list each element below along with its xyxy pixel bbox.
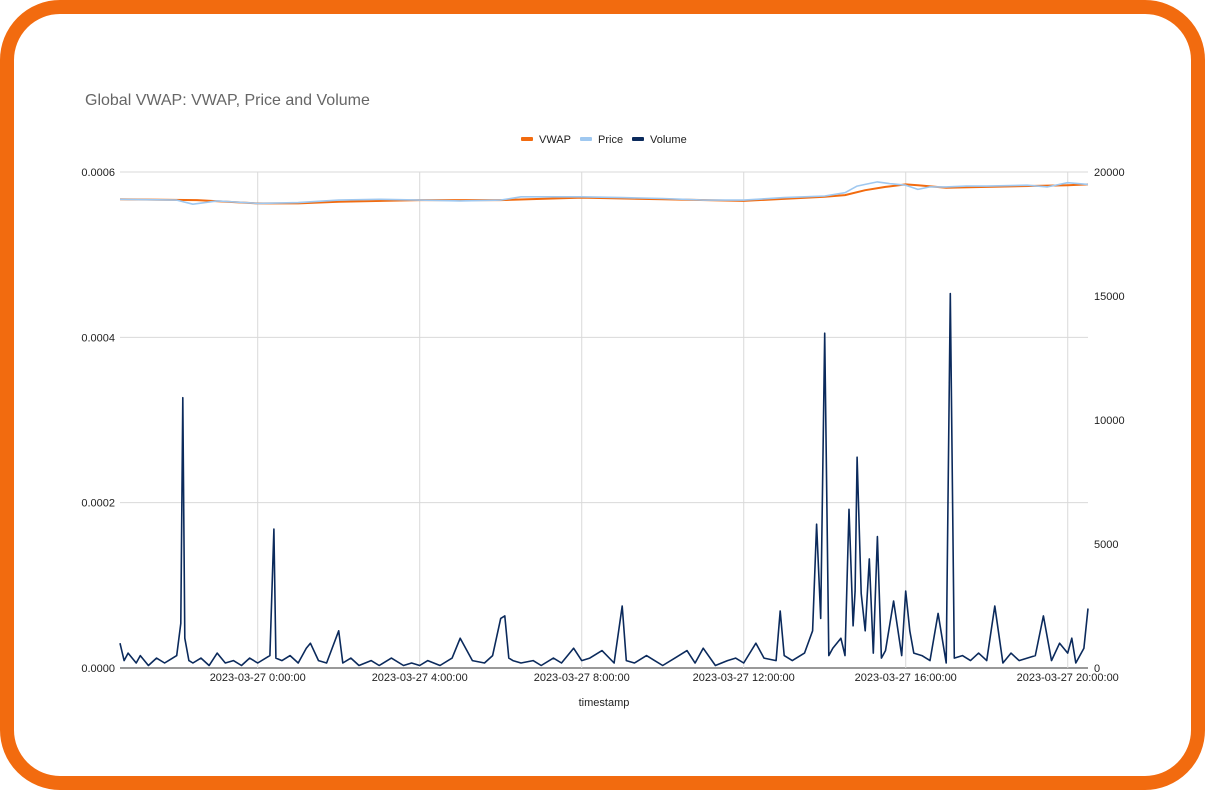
legend-swatch-price — [580, 137, 592, 141]
legend-item-volume[interactable]: Volume — [632, 134, 687, 146]
series-layer — [119, 181, 1089, 667]
y-left-tick-label: 0.0004 — [81, 332, 115, 344]
legend-label-price: Price — [598, 134, 623, 146]
legend-item-vwap[interactable]: VWAP — [521, 134, 571, 146]
y-right-tick-label: 20000 — [1094, 167, 1125, 179]
y-right-tick-label: 10000 — [1094, 415, 1125, 427]
x-tick-label: 2023-03-27 0:00:00 — [210, 672, 306, 684]
legend-label-vwap: VWAP — [539, 134, 571, 146]
tick-labels: 0.00000.00020.00040.00060500010000150002… — [81, 167, 1124, 684]
x-tick-label: 2023-03-27 20:00:00 — [1017, 672, 1119, 684]
grid — [120, 171, 1088, 669]
y-right-tick-label: 5000 — [1094, 539, 1118, 551]
series-line-volume — [119, 292, 1089, 667]
legend: VWAP Price Volume — [521, 134, 687, 146]
series-line-price — [119, 181, 1089, 205]
legend-swatch-vwap — [521, 137, 533, 141]
x-tick-label: 2023-03-27 4:00:00 — [372, 672, 468, 684]
y-left-tick-label: 0.0000 — [81, 663, 115, 675]
legend-swatch-volume — [632, 137, 644, 141]
legend-label-volume: Volume — [650, 134, 687, 146]
y-right-tick-label: 15000 — [1094, 291, 1125, 303]
legend-item-price[interactable]: Price — [580, 134, 623, 146]
x-tick-label: 2023-03-27 8:00:00 — [534, 672, 630, 684]
x-tick-label: 2023-03-27 12:00:00 — [693, 672, 795, 684]
x-axis-title: timestamp — [579, 697, 630, 709]
chart-canvas: 0.00000.00020.00040.00060500010000150002… — [81, 134, 1124, 709]
y-left-tick-label: 0.0002 — [81, 498, 115, 510]
x-tick-label: 2023-03-27 16:00:00 — [855, 672, 957, 684]
y-left-tick-label: 0.0006 — [81, 167, 115, 179]
